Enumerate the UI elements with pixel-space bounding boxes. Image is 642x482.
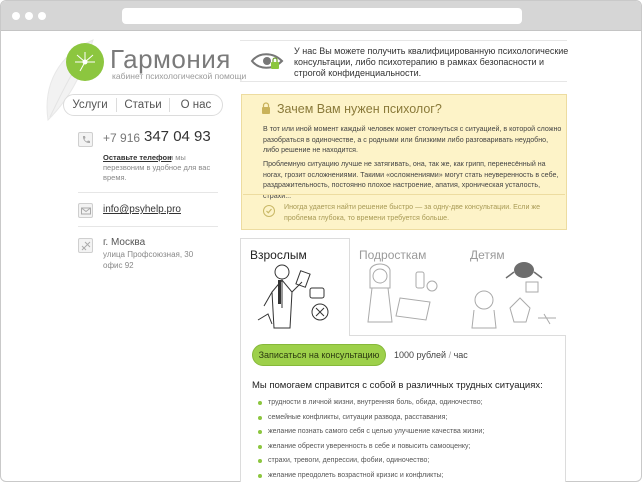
list-item: семейные конфликты, ситуации развода, ра… [258, 413, 558, 428]
nav-item-services[interactable]: Услуги [64, 95, 116, 115]
why-title: Зачем Вам нужен психолог? [277, 102, 442, 116]
divider [78, 192, 218, 193]
bullet-icon [258, 401, 262, 405]
leave-phone-link[interactable]: Оставьте телефон [103, 153, 172, 162]
bullet-icon [258, 415, 262, 420]
price-amount: 1000 рублей [394, 350, 447, 360]
phone-icon [78, 132, 93, 147]
list-item: желание познать самого себя с целью улуч… [258, 427, 558, 442]
price-unit: час [453, 350, 468, 360]
panel-divider [243, 194, 565, 195]
intro-text: У нас Вы можете получить квалифицированн… [294, 46, 569, 78]
help-list: трудности в личной жизни, внутренняя бол… [258, 398, 558, 482]
book-consultation-button[interactable]: Записаться на консультацию [252, 344, 386, 366]
address-street: улица Профсоюзная, 30 [103, 250, 194, 259]
divider [78, 226, 218, 227]
list-item: желание преодолеть возрастной кризис и к… [258, 471, 558, 482]
bullet-icon [258, 430, 262, 435]
list-item-text: желание преодолеть возрастной кризис и к… [268, 471, 444, 479]
why-paragraph-1: В тот или иной момент каждый человек мож… [263, 125, 562, 154]
bullet-icon [258, 444, 262, 449]
list-item-text: желание познать самого себя с целью улуч… [268, 428, 485, 436]
window-dot-maximize[interactable] [38, 12, 46, 20]
brand-subtitle: кабинет психологической помощи [112, 71, 247, 81]
main-nav: Услуги Статьи О нас [63, 94, 223, 116]
list-item: страхи, тревоги, депрессии, фобии, одино… [258, 456, 558, 471]
bullet-icon [258, 473, 262, 478]
list-item-text: желание обрести уверенность в себе и пов… [268, 442, 471, 450]
check-circle-icon [263, 205, 275, 217]
address-city: г. Москва [103, 237, 146, 248]
list-item: трудности в личной жизни, внутренняя бол… [258, 398, 558, 413]
list-item: желание обрести уверенность в себе и пов… [258, 442, 558, 457]
phone-number[interactable]: 347 04 93 [144, 128, 211, 145]
logo[interactable] [66, 43, 104, 81]
eye-lock-icon [250, 53, 284, 69]
email-link[interactable]: info@psyhelp.pro [103, 204, 181, 215]
list-item-text: семейные конфликты, ситуации развода, ра… [268, 413, 448, 421]
teen-illustration-icon [367, 263, 438, 323]
list-item-text: трудности в личной жизни, внутренняя бол… [268, 399, 483, 406]
map-pin-icon [78, 238, 93, 253]
divider [240, 81, 567, 82]
child-illustration-icon [471, 262, 556, 329]
dandelion-icon [75, 52, 95, 72]
help-title: Мы помогаем справится с собой в различны… [252, 380, 543, 391]
window-dot-close[interactable] [12, 12, 20, 20]
browser-toolbar [1, 1, 641, 31]
list-item-text: страхи, тревоги, депрессии, фобии, одино… [268, 457, 430, 465]
address-bar[interactable] [122, 8, 522, 24]
address-office: офис 92 [103, 261, 134, 270]
why-note: Иногда удается найти решение быстро — за… [284, 203, 541, 222]
bullet-icon [258, 459, 262, 464]
nav-item-about[interactable]: О нас [170, 95, 222, 115]
lock-icon [262, 102, 270, 114]
window-dot-minimize[interactable] [25, 12, 33, 20]
mail-icon [78, 203, 93, 218]
businessman-illustration-icon [257, 264, 329, 329]
divider [240, 40, 567, 41]
phone-prefix: +7 916 [103, 131, 141, 145]
nav-item-articles[interactable]: Статьи [117, 95, 169, 115]
price-label: 1000 рублей / час [394, 350, 468, 360]
